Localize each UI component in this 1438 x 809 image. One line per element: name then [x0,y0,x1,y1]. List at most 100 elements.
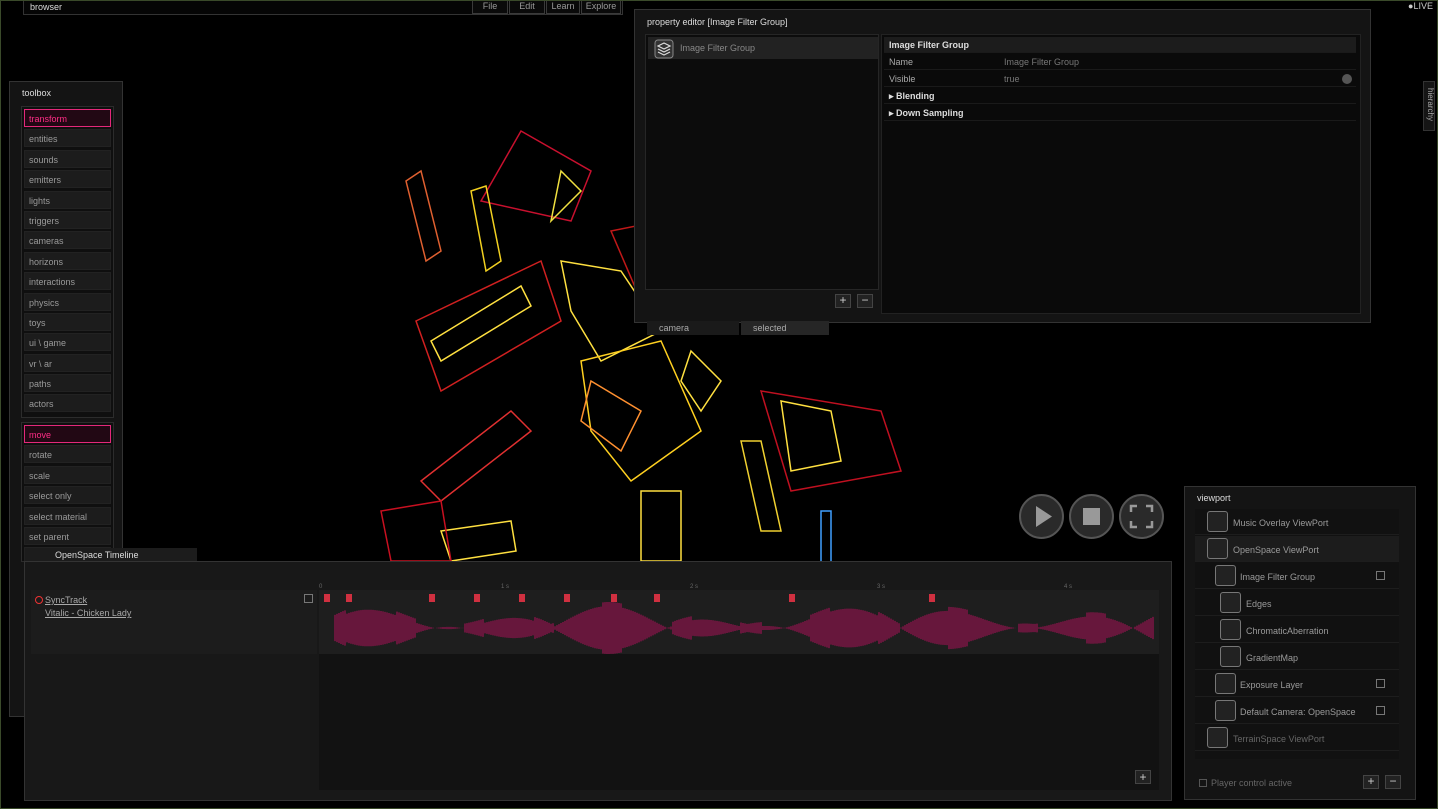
timeline-area[interactable]: 0 1 s 2 s 3 s 4 s + [319,584,1159,790]
toggle-icon[interactable] [1342,74,1352,84]
tool-set-parent[interactable]: set parent [24,526,111,545]
viewport-item-edges[interactable]: Edges [1195,590,1399,616]
category-horizons[interactable]: horizons [24,251,111,270]
section-down-sampling[interactable]: ▸ Down Sampling [884,105,1356,121]
menu-explore[interactable]: Explore [581,1,621,14]
wave-icon [1207,511,1228,532]
viewport-item-music-overlay[interactable]: Music Overlay ViewPort [1195,509,1399,535]
tab-selected[interactable]: selected [741,321,829,335]
viewport-item-image-filter-group[interactable]: Image Filter Group [1195,563,1399,589]
tool-rotate[interactable]: rotate [24,445,111,464]
category-paths[interactable]: paths [24,374,111,393]
section-blending[interactable]: ▸ Blending [884,88,1356,104]
category-emitters[interactable]: emitters [24,170,111,189]
hierarchy-label: hierarchy [1425,88,1435,121]
visibility-checkbox[interactable] [1376,706,1385,715]
add-component-button[interactable]: + [835,294,851,308]
visibility-checkbox[interactable] [1376,571,1385,580]
category-triggers[interactable]: triggers [24,210,111,229]
section-label: ▸ Down Sampling [889,108,964,119]
tool-scale[interactable]: scale [24,465,111,484]
tool-select-material[interactable]: select material [24,506,111,525]
viewport-panel: viewport Music Overlay ViewPort OpenSpac… [1184,486,1416,800]
property-value[interactable]: Image Filter Group [1004,57,1079,67]
category-vr-ar[interactable]: vr \ ar [24,353,111,372]
sync-marker[interactable] [324,594,330,602]
category-entities[interactable]: entities [24,129,111,148]
sync-marker[interactable] [519,594,525,602]
expand-arrow-icon: ▸ [889,108,897,118]
expand-arrow-icon: ▸ [889,91,897,101]
section-down-sampling-label: Down Sampling [896,108,964,118]
waveform-row[interactable] [319,590,1159,654]
track-name[interactable]: SyncTrack [45,595,87,605]
remove-component-button[interactable]: − [857,294,873,308]
sync-marker[interactable] [564,594,570,602]
tool-select-only[interactable]: select only [24,486,111,505]
filter-icon [1220,619,1241,640]
track-menu-icon[interactable] [304,594,313,603]
category-toys[interactable]: toys [24,312,111,331]
fullscreen-icon [1129,504,1154,529]
category-list: transform entities sounds emitters light… [21,106,114,418]
sync-marker[interactable] [611,594,617,602]
category-lights[interactable]: lights [24,190,111,209]
stop-button[interactable] [1069,494,1114,539]
timeline-tab[interactable]: OpenSpace Timeline [25,548,197,562]
section-blending-label: Blending [896,91,935,101]
sync-marker[interactable] [789,594,795,602]
camera-icon [1215,700,1236,721]
sync-marker[interactable] [654,594,660,602]
player-control-checkbox[interactable] [1199,779,1207,787]
category-transform[interactable]: transform [24,109,111,127]
add-viewport-button[interactable]: + [1363,775,1379,789]
viewport-item-label: TerrainSpace ViewPort [1233,734,1325,744]
song-name[interactable]: Vitalic - Chicken Lady [45,608,131,618]
viewport-item-label: GradientMap [1246,653,1299,663]
menu-learn[interactable]: Learn [546,1,580,14]
viewport-item-label: Edges [1246,599,1272,609]
menu-file[interactable]: File [472,1,508,14]
remove-viewport-button[interactable]: − [1385,775,1401,789]
play-button[interactable] [1019,494,1064,539]
sync-marker[interactable] [929,594,935,602]
category-interactions[interactable]: interactions [24,272,111,291]
record-icon[interactable] [35,596,43,604]
category-actors[interactable]: actors [24,394,111,413]
menu-edit[interactable]: Edit [509,1,545,14]
component-item-label: Image Filter Group [680,43,756,53]
tool-move[interactable]: move [24,425,111,443]
property-value[interactable]: true [1004,74,1020,84]
hierarchy-side-tab[interactable]: hierarchy [1423,81,1435,131]
live-indicator[interactable]: ●LIVE [1408,1,1433,11]
viewport-item-gradientmap[interactable]: GradientMap [1195,644,1399,670]
tab-camera[interactable]: camera [647,321,739,335]
section-label: ▸ Blending [889,91,935,102]
viewport-item-chromatic[interactable]: ChromaticAberration [1195,617,1399,643]
timeline-panel: SyncTrack Vitalic - Chicken Lady 0 1 s 2… [24,561,1172,801]
property-row-visible[interactable]: Visible true [884,71,1356,87]
sync-marker[interactable] [474,594,480,602]
viewport-item-label: Default Camera: OpenSpace [1240,707,1356,717]
property-row-name[interactable]: Name Image Filter Group [884,54,1356,70]
viewport-item-openspace[interactable]: OpenSpace ViewPort [1195,536,1399,562]
filter-icon [1220,592,1241,613]
viewport-item-exposure[interactable]: Exposure Layer [1195,671,1399,697]
category-cameras[interactable]: cameras [24,231,111,250]
waveform-path [334,602,1154,654]
property-key: Name [889,57,914,67]
sync-marker[interactable] [429,594,435,602]
timeline-tab-label: OpenSpace Timeline [55,550,139,560]
viewport-item-terrainspace[interactable]: TerrainSpace ViewPort [1195,725,1399,751]
viewport-item-camera[interactable]: Default Camera: OpenSpace [1195,698,1399,724]
category-physics[interactable]: physics [24,292,111,311]
category-ui-game[interactable]: ui \ game [24,333,111,352]
add-track-button[interactable]: + [1135,770,1151,784]
category-sounds[interactable]: sounds [24,149,111,168]
property-editor-panel: property editor [Image Filter Group] Ima… [634,9,1371,323]
fullscreen-button[interactable] [1119,494,1164,539]
component-item[interactable]: Image Filter Group [648,37,878,59]
viewport-item-label: Exposure Layer [1240,680,1304,690]
sync-marker[interactable] [346,594,352,602]
visibility-checkbox[interactable] [1376,679,1385,688]
